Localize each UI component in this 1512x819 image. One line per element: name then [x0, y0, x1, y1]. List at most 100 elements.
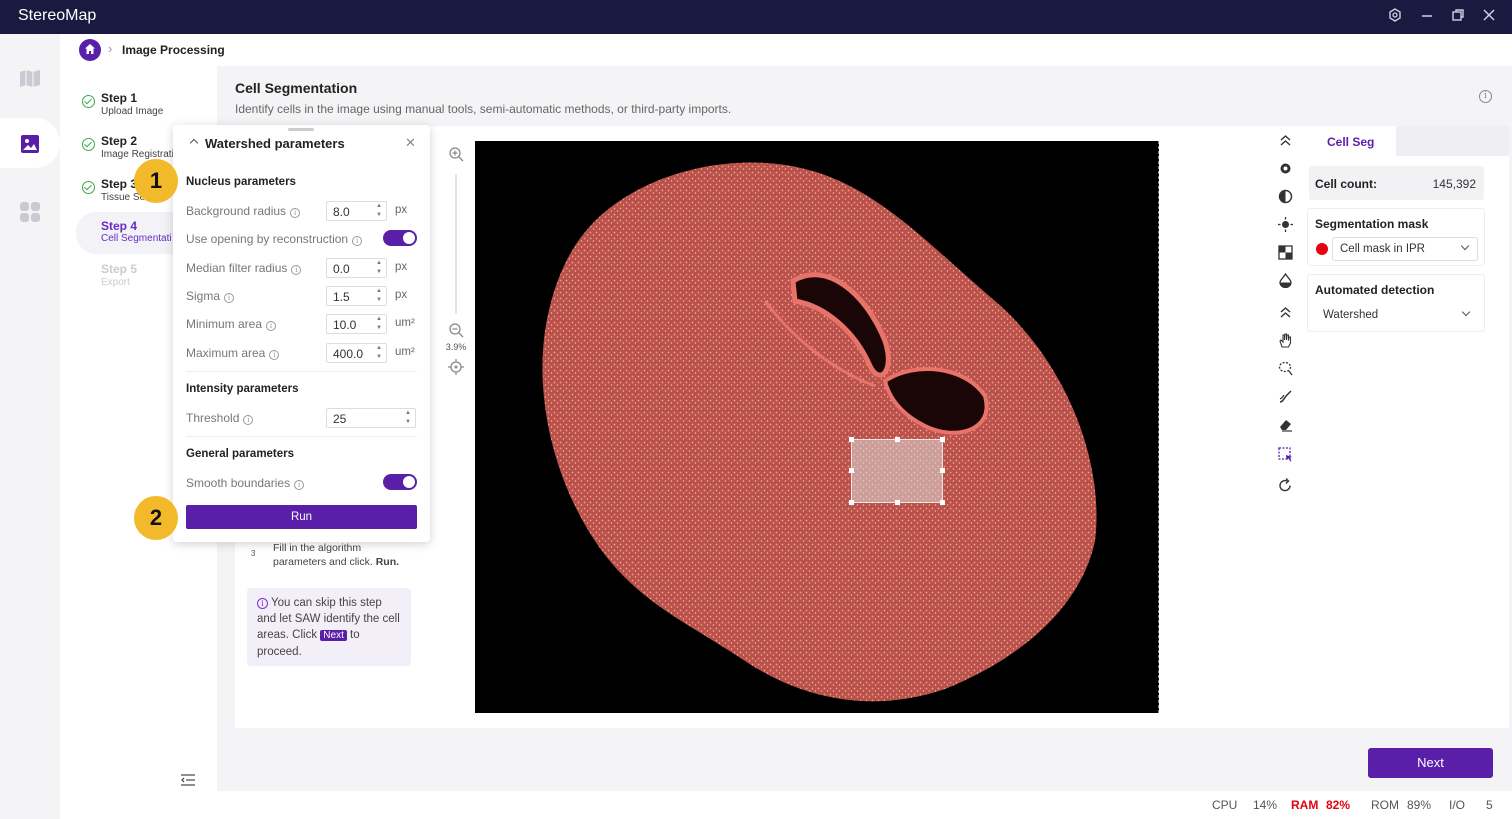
smooth-boundaries-toggle[interactable]: [383, 474, 417, 490]
unit-label: px: [395, 261, 408, 273]
restore-icon[interactable]: [1449, 8, 1467, 26]
zoom-out-icon[interactable]: [448, 322, 464, 341]
ram-label: RAM: [1291, 798, 1319, 812]
resize-handle[interactable]: [849, 437, 854, 442]
param-label: Sigma i: [186, 289, 235, 303]
opening-reconstruction-toggle[interactable]: [383, 230, 417, 246]
stepper-icon[interactable]: ▲ ▼: [374, 315, 384, 333]
step-subtitle: Cell Segmentati: [101, 233, 172, 244]
stepper-icon[interactable]: ▲ ▼: [374, 202, 384, 220]
segmentation-mask-card: Segmentation mask Cell mask in IPR: [1307, 208, 1485, 266]
resize-handle[interactable]: [895, 437, 900, 442]
param-label: Smooth boundaries i: [186, 476, 305, 490]
lasso-select-icon[interactable]: [1278, 361, 1293, 376]
resize-handle[interactable]: [849, 500, 854, 505]
watershed-parameters-popover: Watershed parameters ✕ Nucleus parameter…: [173, 125, 430, 542]
brush-icon[interactable]: [1278, 389, 1293, 404]
redo-icon[interactable]: [1278, 478, 1293, 493]
unit-label: um²: [395, 317, 415, 329]
stepper-icon[interactable]: ▲ ▼: [374, 344, 384, 362]
resize-handle[interactable]: [940, 437, 945, 442]
fit-view-icon[interactable]: [448, 359, 464, 378]
threshold-input[interactable]: 25 ▲ ▼: [326, 408, 416, 428]
breadcrumb-separator: ›: [108, 41, 113, 56]
resize-handle[interactable]: [940, 500, 945, 505]
guide-step-text: Fill in the algorithm parameters and cli…: [273, 542, 400, 568]
param-label: Threshold i: [186, 411, 254, 425]
general-parameters-title: General parameters: [186, 448, 295, 460]
settings-gear-icon[interactable]: [1278, 161, 1293, 176]
settings-icon[interactable]: [1386, 8, 1404, 26]
cpu-label: CPU: [1212, 798, 1238, 812]
cell-count-box: Cell count: 145,392: [1309, 166, 1484, 200]
close-icon[interactable]: [1480, 8, 1498, 26]
contrast-icon[interactable]: [1278, 189, 1293, 204]
info-icon[interactable]: i: [1479, 90, 1492, 103]
check-icon: [82, 138, 95, 151]
stepper-icon[interactable]: ▲ ▼: [374, 259, 384, 277]
chevron-up-icon[interactable]: [189, 138, 199, 148]
image-canvas[interactable]: [475, 141, 1159, 713]
resize-handle[interactable]: [895, 500, 900, 505]
next-chip: Next: [320, 630, 347, 641]
help-icon[interactable]: i: [269, 350, 280, 360]
run-button[interactable]: Run: [186, 505, 417, 529]
collapse-up-icon-2[interactable]: [1278, 305, 1293, 320]
tissue-image: [542, 162, 1097, 702]
selection-rectangle[interactable]: [849, 437, 945, 505]
collapse-sidebar-icon[interactable]: [180, 773, 196, 791]
stepper-icon[interactable]: ▲ ▼: [403, 409, 413, 427]
map-nav-item[interactable]: [0, 52, 60, 102]
callout-badge-2: 2: [134, 496, 178, 540]
close-icon[interactable]: ✕: [405, 135, 416, 151]
zoom-in-icon[interactable]: [448, 146, 464, 165]
next-button[interactable]: Next: [1368, 748, 1493, 778]
mask-color-swatch[interactable]: [1316, 243, 1328, 255]
home-button[interactable]: [79, 39, 101, 61]
drag-handle[interactable]: [288, 128, 314, 131]
apps-nav-item[interactable]: [0, 186, 60, 236]
minimum-area-input[interactable]: 10.0 ▲ ▼: [326, 314, 387, 334]
tab-cell-seg[interactable]: Cell Seg: [1301, 126, 1396, 156]
segmentation-mask-select[interactable]: Cell mask in IPR: [1332, 237, 1478, 261]
skip-hint-box: i You can skip this step and let SAW iden…: [247, 588, 411, 666]
info-icon: i: [257, 598, 268, 609]
maximum-area-input[interactable]: 400.0 ▲ ▼: [326, 343, 387, 363]
hand-pan-icon[interactable]: [1278, 333, 1293, 348]
resize-handle[interactable]: [940, 468, 945, 473]
page-description: Identify cells in the image using manual…: [235, 102, 732, 116]
input-value: 400.0: [333, 347, 364, 361]
zoom-slider[interactable]: [455, 174, 457, 314]
help-icon[interactable]: i: [290, 208, 301, 218]
rect-select-icon[interactable]: [1278, 447, 1293, 462]
help-icon[interactable]: i: [224, 293, 235, 303]
opacity-icon[interactable]: [1278, 272, 1293, 289]
help-icon[interactable]: i: [291, 265, 302, 275]
resize-handle[interactable]: [849, 468, 854, 473]
sigma-input[interactable]: 1.5 ▲ ▼: [326, 286, 387, 306]
stepper-icon[interactable]: ▲ ▼: [374, 287, 384, 305]
step-1[interactable]: Step 1 Upload Image: [76, 89, 217, 129]
background-radius-input[interactable]: 8.0 ▲ ▼: [326, 201, 387, 221]
median-filter-input[interactable]: 0.0 ▲ ▼: [326, 258, 387, 278]
eraser-icon[interactable]: [1278, 417, 1293, 432]
image-icon: [21, 135, 39, 153]
help-icon[interactable]: i: [294, 480, 305, 490]
brightness-icon[interactable]: [1278, 217, 1293, 232]
collapse-up-icon[interactable]: [1278, 133, 1293, 148]
minimize-icon[interactable]: [1418, 8, 1436, 26]
automated-detection-select[interactable]: Watershed: [1315, 303, 1479, 327]
input-value: 10.0: [333, 318, 357, 332]
image-processing-nav-item[interactable]: [0, 118, 60, 168]
unit-label: px: [395, 289, 408, 301]
io-value: 5: [1486, 798, 1493, 812]
canvas-boundary: [1158, 141, 1159, 713]
help-icon[interactable]: i: [266, 321, 277, 331]
input-value: 8.0: [333, 205, 350, 219]
zoom-percent: 3.9%: [445, 342, 467, 352]
segmentation-mask-title: Segmentation mask: [1315, 217, 1429, 231]
ram-value: 82%: [1326, 798, 1351, 812]
help-icon[interactable]: i: [352, 236, 363, 246]
help-icon[interactable]: i: [243, 415, 254, 425]
checkerboard-icon[interactable]: [1278, 245, 1293, 260]
